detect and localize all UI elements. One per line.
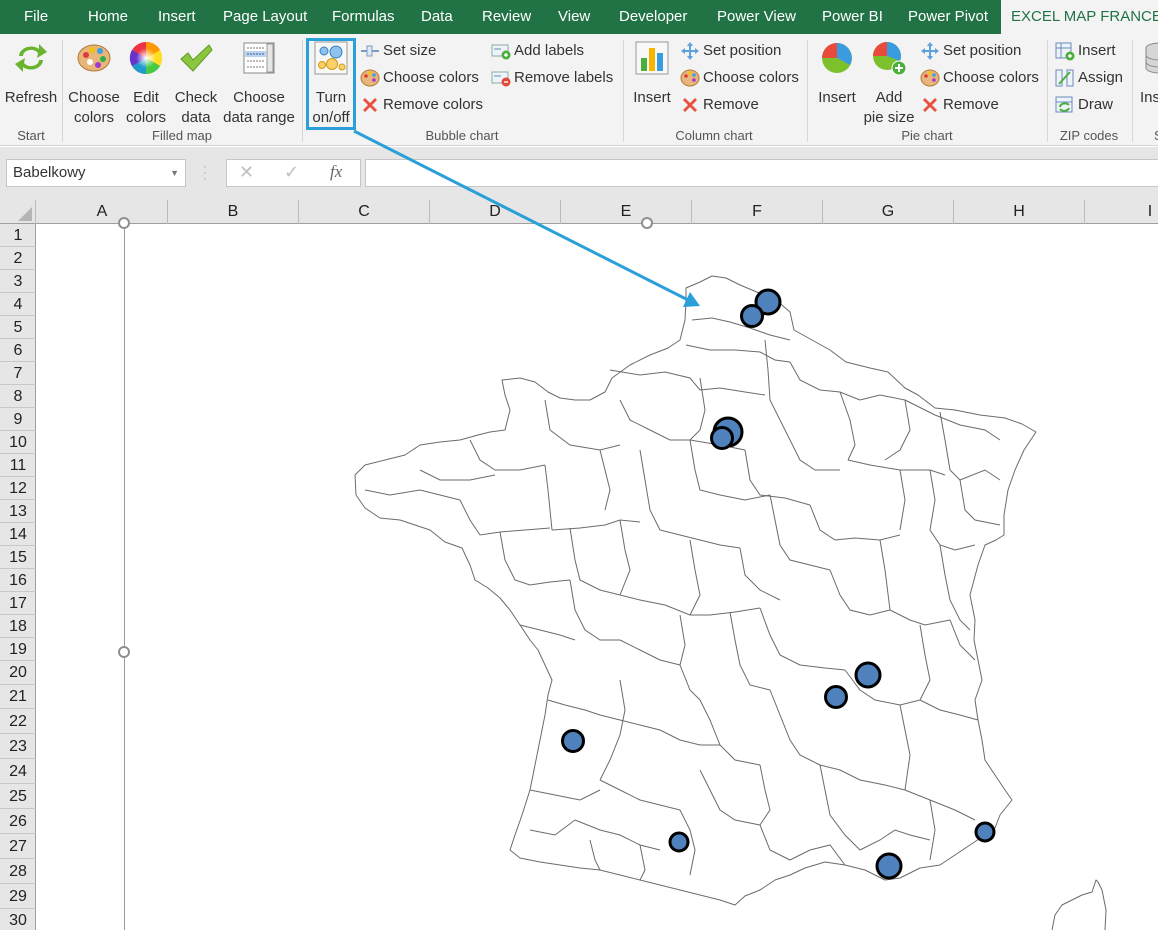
excel-window: File Home Insert Page Layout Formulas Da… [0,0,1158,930]
france-outline [354,275,1037,906]
bubble-bordeaux[interactable] [561,729,585,753]
arrow-line [353,129,689,302]
annotation-arrow [353,129,700,307]
bubble-lyon[interactable] [854,661,882,689]
bubble-marseille[interactable] [875,852,903,880]
bubble-nice[interactable] [974,821,996,843]
france-map [353,129,1107,930]
bubble-toulouse[interactable] [668,831,690,853]
bubble-lille-south[interactable] [740,304,764,328]
corsica-outline [1051,879,1107,930]
bubble-saint-etienne[interactable] [824,685,848,709]
bubble-paris-west[interactable] [710,426,734,450]
